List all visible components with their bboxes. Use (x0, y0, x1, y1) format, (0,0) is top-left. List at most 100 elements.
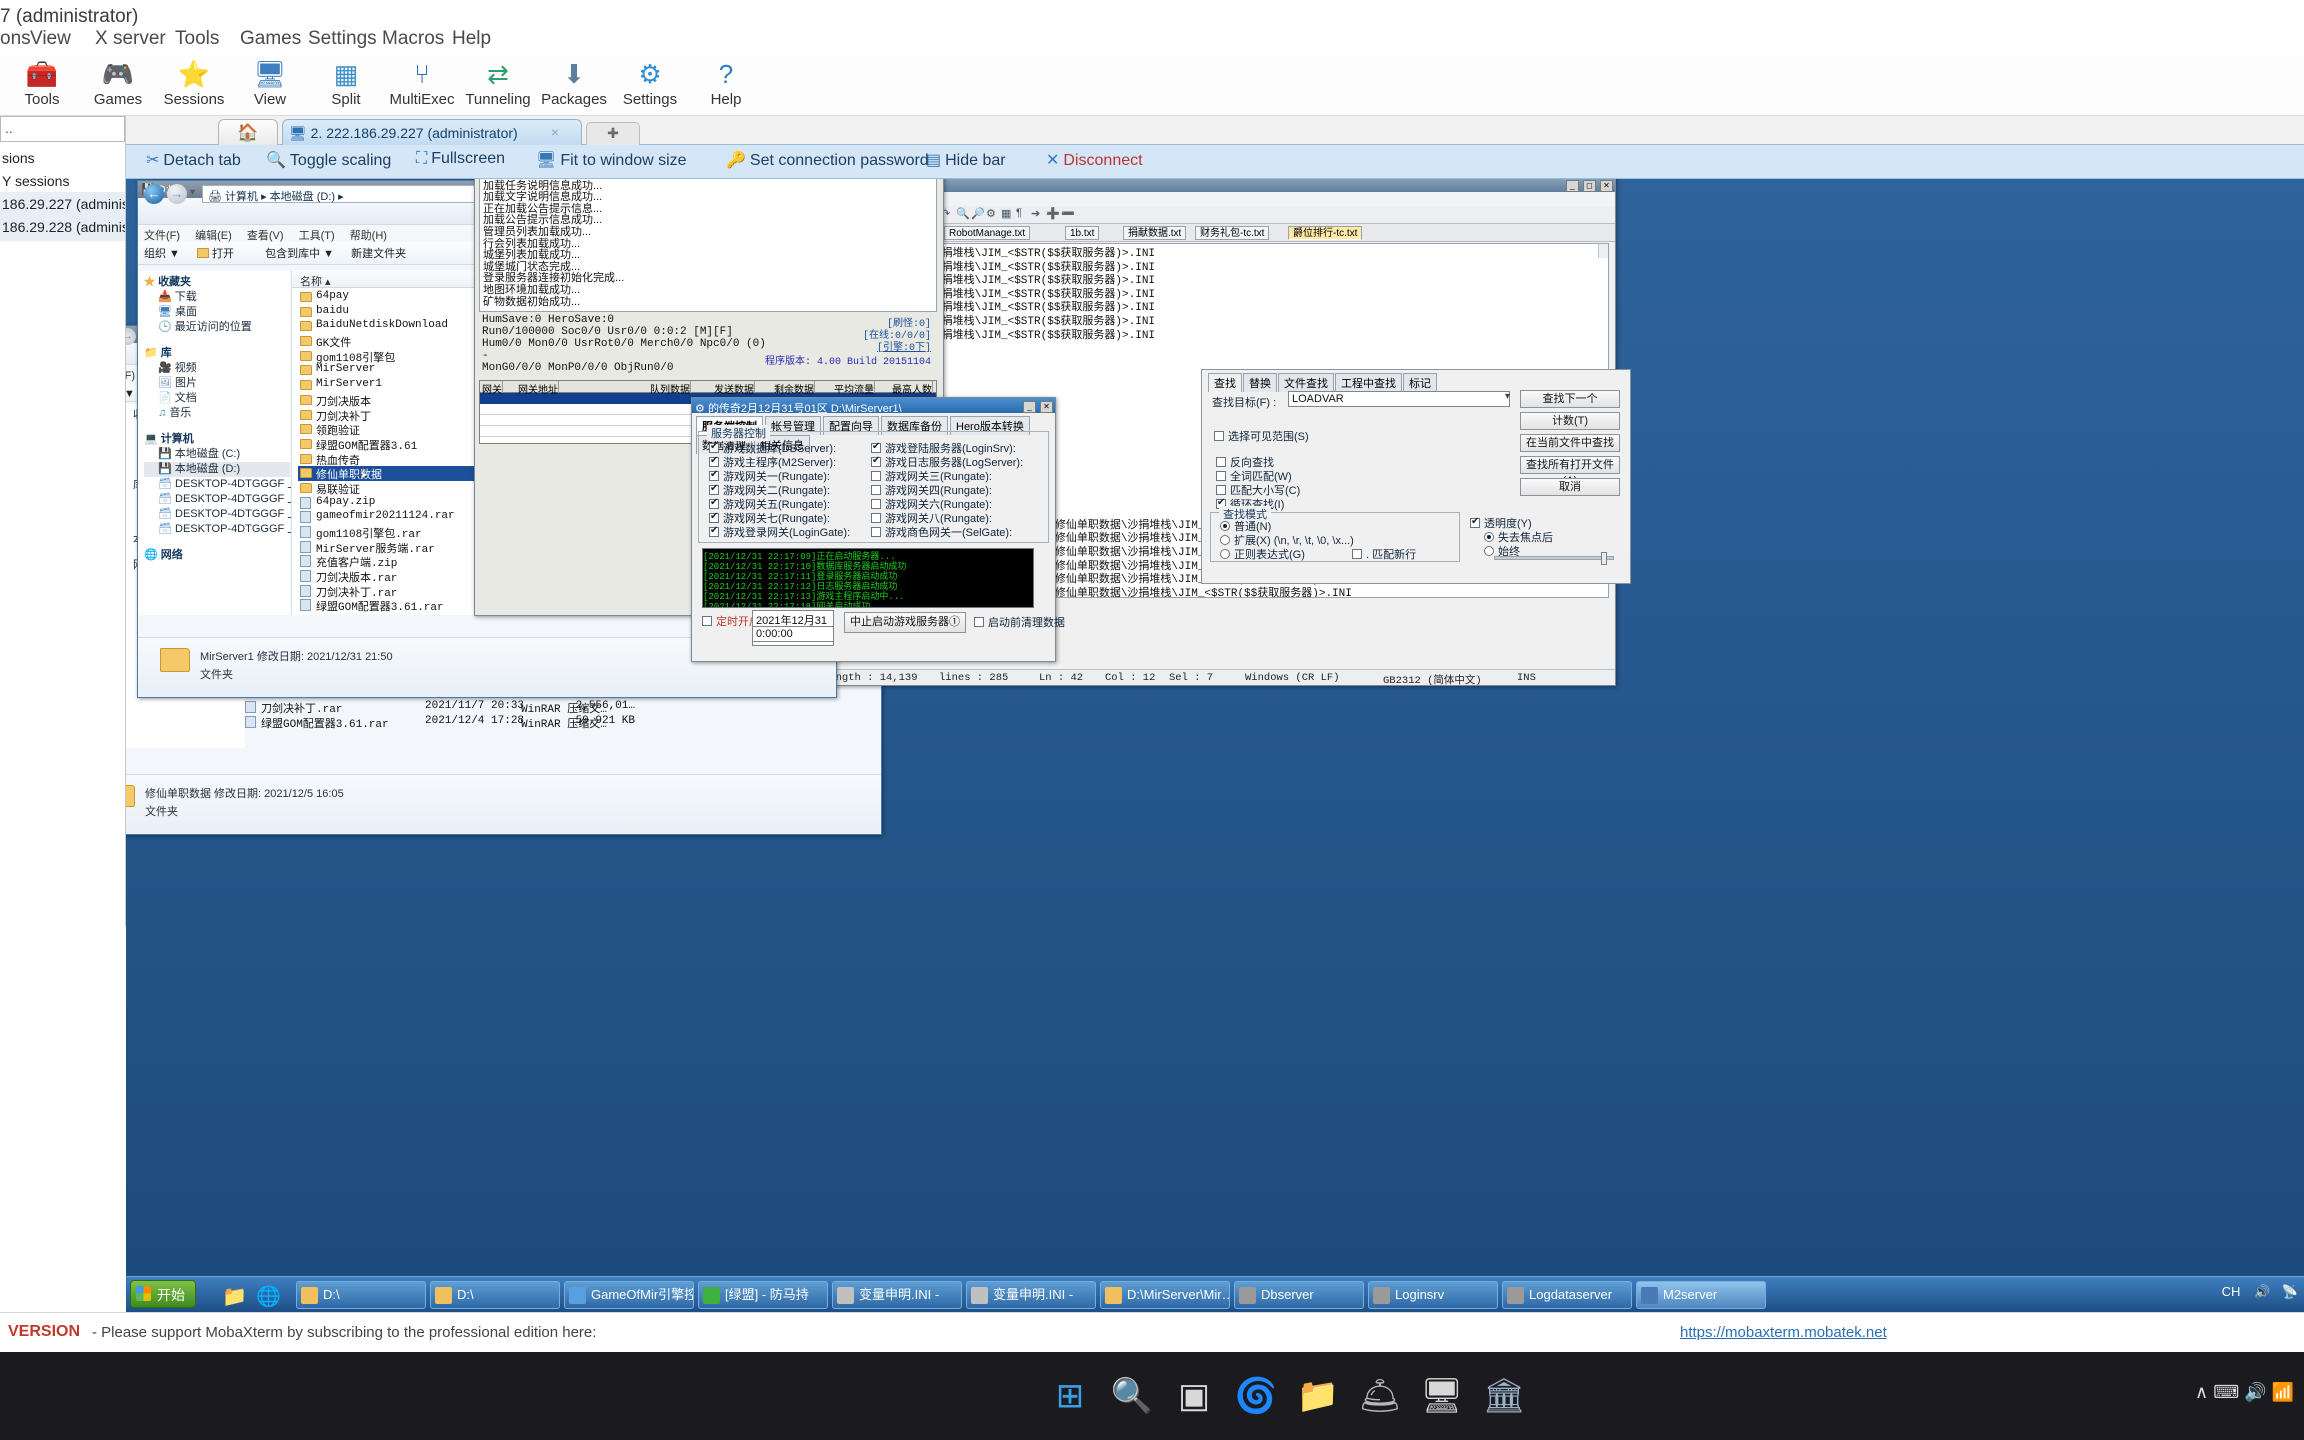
minimize-icon[interactable]: _ (1023, 401, 1036, 413)
find-input[interactable]: LOADVAR (1288, 391, 1510, 407)
search-icon[interactable]: 🔍 (1102, 1366, 1162, 1426)
nav-group-library[interactable]: 📁 库 (144, 346, 290, 361)
find-dialog-tabs[interactable]: 查找替换文件查找工程中查找标记 (1208, 373, 1438, 392)
toolbar-games[interactable]: 🎮Games (80, 57, 156, 108)
rdp-set-connection-password[interactable]: 🔑Set connection password (726, 150, 929, 170)
taskbar-button[interactable]: GameOfMir引擎控 (564, 1281, 694, 1309)
clear-data-checkbox[interactable]: 启动前清理数据 (974, 614, 1065, 630)
back-arrow-icon[interactable]: ← (144, 184, 164, 204)
taskbar-button[interactable]: Logdataserver (1502, 1281, 1632, 1309)
menu-file[interactable]: 文件(F) (126, 370, 135, 382)
rdp-detach-tab[interactable]: ✂Detach tab (146, 150, 241, 170)
menu-games[interactable]: Games (240, 28, 301, 50)
window-titlebar[interactable]: ⚙ 的传奇2月12月31号01区 D:\MirServer1\ _ ✕ (692, 398, 1055, 413)
find-tab[interactable]: 替换 (1243, 373, 1277, 392)
rdp-fit-to-window-size[interactable]: 🖥Fit to window size (536, 150, 687, 170)
session-search-input[interactable]: .. (0, 116, 125, 142)
find-all-open-files-button[interactable]: 查找所有打开文件(A) (1520, 456, 1620, 474)
remote-taskbar[interactable]: 开始 📁🌐 D:\D:\GameOfMir引擎控[绿盟] - 防马持变量申明.I… (126, 1276, 2304, 1312)
service-checkbox[interactable]: 游戏登录网关(LoginGate): (709, 524, 850, 540)
find-tab[interactable]: 标记 (1403, 373, 1437, 392)
gateway-table-header[interactable]: 网关网关地址队列数据发送数据剩余数据平均流量最高人数 (480, 381, 936, 393)
menu-help[interactable]: 帮助(H) (350, 230, 387, 242)
nav-item-netdrive-c[interactable]: 🗃 DESKTOP-4DTGGGF 上的 C (144, 477, 290, 492)
minimize-icon[interactable]: _ (1566, 180, 1579, 192)
rdp-disconnect[interactable]: ✕Disconnect (1046, 150, 1143, 170)
stop-start-server-button[interactable]: 中止启动游戏服务器① (844, 612, 966, 633)
slider-handle[interactable] (1601, 552, 1607, 565)
chevron-down-icon[interactable]: ▾ (190, 187, 195, 198)
menu-x-server[interactable]: X server (95, 28, 166, 50)
mobaxterm-website-link[interactable]: https://mobaxterm.mobatek.net (1680, 1324, 1887, 1341)
open-button[interactable]: 打开 (197, 248, 248, 260)
toolbar-packages[interactable]: ⬇Packages (536, 57, 612, 108)
editor-tab[interactable]: 捐献数据.txt (1123, 226, 1186, 240)
home-tab[interactable]: 🏠 (218, 119, 278, 145)
app-icon[interactable]: 🏛 (1474, 1366, 1534, 1426)
column-header-name[interactable]: 名称 ▴ (300, 273, 331, 289)
toolbar-settings[interactable]: ⚙Settings (612, 57, 688, 108)
tab-connection-222-186-29-227[interactable]: 🖥 2. 222.186.29.227 (administrator) × (282, 119, 582, 145)
server-control-window[interactable]: ⚙ 的传奇2月12月31号01区 D:\MirServer1\ _ ✕ 服务端控… (691, 397, 1056, 662)
find-tab[interactable]: 查找 (1208, 373, 1242, 392)
editor-toolbar-icon[interactable]: ➖ (1061, 207, 1075, 220)
menu-macros[interactable]: Macros (382, 28, 444, 50)
taskbar-button[interactable]: D:\ (430, 1281, 560, 1309)
mir-engine-info[interactable]: [引擎:0下] (874, 338, 931, 350)
maximize-icon[interactable]: ◻ (1583, 180, 1596, 192)
find-tab[interactable]: 文件查找 (1278, 373, 1334, 392)
new-folder-button[interactable]: 新建文件夹 (351, 248, 406, 260)
explorer-nav-pane[interactable]: ★ 收藏夹 📥 下载 🖥 桌面 🕒 最近访问的位置 📁 库 🎥 视频 🖼 图片 … (138, 271, 290, 615)
find-tab[interactable]: 工程中查找 (1335, 373, 1402, 392)
start-button[interactable]: 开始 (130, 1280, 196, 1308)
menu-settings[interactable]: Settings (308, 28, 377, 50)
nav-item-drive-d[interactable]: 💾 本地磁盘 (D:) (144, 462, 290, 477)
timer-time-input[interactable]: 0:00:00 (752, 626, 834, 642)
toolbar-tools[interactable]: 🧰Tools (4, 57, 80, 108)
editor-toolbar-icon[interactable]: 🔍 (956, 207, 970, 220)
count-button[interactable]: 计数(T) (1520, 412, 1620, 430)
transparency-slider[interactable] (1494, 556, 1614, 560)
column-header[interactable]: 最高人数 (890, 381, 933, 393)
taskbar-button[interactable]: Loginsrv (1368, 1281, 1498, 1309)
nav-group-favorites[interactable]: ★ 收藏夹 (144, 275, 290, 290)
collapse-visible-range-checkbox[interactable]: 选择可见范围(S) (1214, 428, 1309, 444)
mobaxterm-icon[interactable]: 🖥 (1412, 1366, 1472, 1426)
scrollbar[interactable] (1598, 244, 1608, 258)
cancel-button[interactable]: 取消 (1520, 478, 1620, 496)
nav-item-desktop[interactable]: 🖥 桌面 (144, 305, 290, 320)
mode-regex-radio[interactable]: 正则表达式(G) (1220, 546, 1305, 562)
toolbar-sessions[interactable]: ⭐Sessions (156, 57, 232, 108)
taskbar-button[interactable]: D:\MirServer\Mir… (1100, 1281, 1230, 1309)
taskbar-button[interactable]: 变量申明.INI - (832, 1281, 962, 1309)
window-buttons[interactable]: _ ✕ (1022, 400, 1053, 413)
column-header[interactable]: 剩余数据 (772, 381, 815, 393)
nav-item-videos[interactable]: 🎥 视频 (144, 361, 290, 376)
session-item[interactable]: 186.29.228 (administr (0, 215, 125, 241)
remote-desktop-canvas[interactable]: 🖥 计算机 🌐 网络 🗑 回收站 💾 D:\ ← → 计算机 ▸ 本地磁盘 (D… (126, 179, 2304, 1312)
column-header[interactable]: 队列数据 (648, 381, 691, 393)
host-windows-taskbar[interactable]: ⊞🔍▣🌀📁🛎🖥🏛 ∧ ⌨ 🔊 📶 (0, 1352, 2304, 1440)
service-checkbox[interactable]: 游戏商色网关一(SelGate): (871, 524, 1012, 540)
file-explorer-icon[interactable]: 📁 (1288, 1366, 1348, 1426)
forward-arrow-icon[interactable]: → (167, 184, 187, 204)
close-icon[interactable]: ✕ (1040, 401, 1053, 413)
taskbar-tray[interactable]: CH 🔊 📡 (2222, 1284, 2298, 1300)
column-header[interactable]: 网关地址 (516, 381, 559, 393)
taskbar-button[interactable]: 变量申明.INI - (966, 1281, 1096, 1309)
editor-toolbar-icon[interactable]: ⚙ (986, 207, 996, 220)
table-row[interactable]: 刀剑决补丁.rar 2021/11/7 20:33 WinRAR 压缩文… 2,… (243, 700, 883, 715)
network-icon[interactable]: 📡 (2282, 1284, 2298, 1299)
rdp-hide-bar[interactable]: ▤Hide bar (926, 150, 1006, 170)
mir-log-panel[interactable]: 正在加载任务说明信息...加载任务说明信息成功...加载文字说明信息成功...正… (479, 179, 937, 312)
nav-item-netdrive-f[interactable]: 🗃 DESKTOP-4DTGGGF 上的 F (144, 522, 290, 537)
find-in-current-file-button[interactable]: 在当前文件中查找 (1520, 434, 1620, 452)
task-view-icon[interactable]: ▣ (1164, 1366, 1224, 1426)
menu-view[interactable]: 查看(V) (247, 230, 284, 242)
regex-dot-newline-checkbox[interactable]: . 匹配新行 (1352, 546, 1416, 562)
store-icon[interactable]: 🛎 (1350, 1366, 1410, 1426)
menu-help[interactable]: Help (452, 28, 491, 50)
menu-ons[interactable]: ons (0, 28, 31, 50)
edge-icon[interactable]: 🌀 (1226, 1366, 1286, 1426)
toolbar-split[interactable]: ▦Split (308, 57, 384, 108)
